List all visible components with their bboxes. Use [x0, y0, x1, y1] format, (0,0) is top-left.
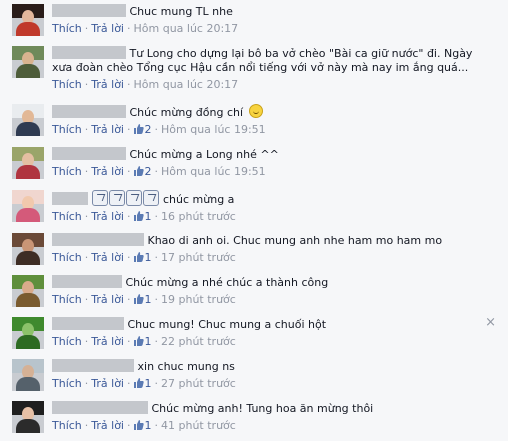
comment-time[interactable]: 27 phút trước [161, 377, 236, 390]
like-count[interactable]: 1 [145, 293, 152, 306]
like-link[interactable]: Thích [52, 335, 82, 348]
avatar[interactable] [12, 359, 44, 391]
comment-time[interactable]: 16 phút trước [161, 210, 236, 223]
commenter-name[interactable] [52, 105, 126, 118]
smile-emoji-icon [248, 104, 263, 118]
clapping-hands-icon [108, 190, 125, 206]
comment-text: xin chuc mung ns [137, 360, 235, 373]
comment-text: chúc mừng a [163, 193, 235, 206]
thumbs-up-icon [133, 420, 144, 430]
like-count[interactable]: 1 [145, 335, 152, 348]
reply-link[interactable]: Trả lời [91, 78, 124, 91]
comment-text: Khao di anh oi. Chuc mung anh nhe ham mo… [147, 234, 443, 247]
thumbs-up-icon [133, 166, 144, 176]
reply-link[interactable]: Trả lời [91, 377, 124, 390]
avatar[interactable] [12, 317, 44, 349]
like-link[interactable]: Thích [52, 419, 82, 432]
thumbs-up-icon [133, 124, 144, 134]
thumbs-up-icon [133, 211, 144, 221]
avatar[interactable] [12, 233, 44, 265]
avatar[interactable] [12, 190, 44, 222]
comment-time[interactable]: Hôm qua lúc 20:17 [134, 22, 239, 35]
reply-link[interactable]: Trả lời [91, 210, 124, 223]
reply-link[interactable]: Trả lời [91, 22, 124, 35]
clapping-hands-icon [125, 190, 142, 206]
avatar[interactable] [12, 46, 44, 78]
like-link[interactable]: Thích [52, 22, 82, 35]
comment-text: Chúc mừng a nhé chúc a thành công [125, 276, 329, 289]
avatar[interactable] [12, 4, 44, 36]
comment-text: Chúc mừng đồng chí [129, 106, 244, 119]
thumbs-up-icon [133, 252, 144, 262]
commenter-name[interactable] [52, 317, 124, 330]
thumbs-up-icon [133, 294, 144, 304]
comment-text: Chuc mung! Chuc mung a chuối hột [127, 318, 327, 331]
thumbs-up-icon [133, 378, 144, 388]
close-icon[interactable]: × [485, 316, 496, 330]
like-link[interactable]: Thích [52, 377, 82, 390]
like-count[interactable]: 1 [145, 419, 152, 432]
commenter-name[interactable] [52, 147, 126, 160]
commenter-name[interactable] [52, 401, 148, 414]
like-link[interactable]: Thích [52, 251, 82, 264]
reply-link[interactable]: Trả lời [91, 165, 124, 178]
comment-text-continued: xưa đoàn chèo Tổng cục Hậu cần nổi tiếng… [52, 61, 469, 74]
comment-time[interactable]: 17 phút trước [161, 251, 236, 264]
commenter-name[interactable] [52, 233, 144, 246]
reply-link[interactable]: Trả lời [91, 335, 124, 348]
comment-time[interactable]: Hôm qua lúc 19:51 [161, 123, 266, 136]
avatar[interactable] [12, 401, 44, 433]
thumbs-up-icon [133, 336, 144, 346]
reply-link[interactable]: Trả lời [91, 123, 124, 136]
commenter-name[interactable] [52, 275, 122, 288]
like-count[interactable]: 2 [145, 123, 152, 136]
like-link[interactable]: Thích [52, 78, 82, 91]
like-link[interactable]: Thích [52, 123, 82, 136]
commenter-name[interactable] [52, 359, 134, 372]
reply-link[interactable]: Trả lời [91, 293, 124, 306]
commenter-name[interactable] [52, 4, 126, 17]
like-count[interactable]: 2 [145, 165, 152, 178]
comment-text: Chúc mừng a Long nhé ^^ [129, 148, 279, 161]
comment-time[interactable]: Hôm qua lúc 19:51 [161, 165, 266, 178]
comment-time[interactable]: Hôm qua lúc 20:17 [134, 78, 239, 91]
avatar[interactable] [12, 104, 44, 136]
avatar[interactable] [12, 275, 44, 307]
commenter-name[interactable] [52, 46, 126, 59]
like-count[interactable]: 1 [145, 251, 152, 264]
comment-list: Chuc mung TL nhe Thích · Trả lời · Hôm qua l… [0, 0, 508, 441]
comment-time[interactable]: 19 phút trước [161, 293, 236, 306]
like-count[interactable]: 1 [145, 210, 152, 223]
comment-text: Chúc mừng anh! Tung hoa ăn mừng thôi [151, 402, 374, 415]
comment-text: Tư Long cho dựng lại bô ba vở chèo "Bài … [129, 47, 473, 60]
reply-link[interactable]: Trả lời [91, 419, 124, 432]
like-link[interactable]: Thích [52, 165, 82, 178]
like-link[interactable]: Thích [52, 293, 82, 306]
clapping-hands-icon [91, 190, 108, 206]
reply-link[interactable]: Trả lời [91, 251, 124, 264]
comment-time[interactable]: 41 phút trước [161, 419, 236, 432]
clapping-hands-icon [142, 190, 159, 206]
commenter-name[interactable] [52, 192, 88, 205]
comment-text: Chuc mung TL nhe [129, 5, 233, 18]
avatar[interactable] [12, 147, 44, 179]
comment-time[interactable]: 22 phút trước [161, 335, 236, 348]
like-link[interactable]: Thích [52, 210, 82, 223]
like-count[interactable]: 1 [145, 377, 152, 390]
